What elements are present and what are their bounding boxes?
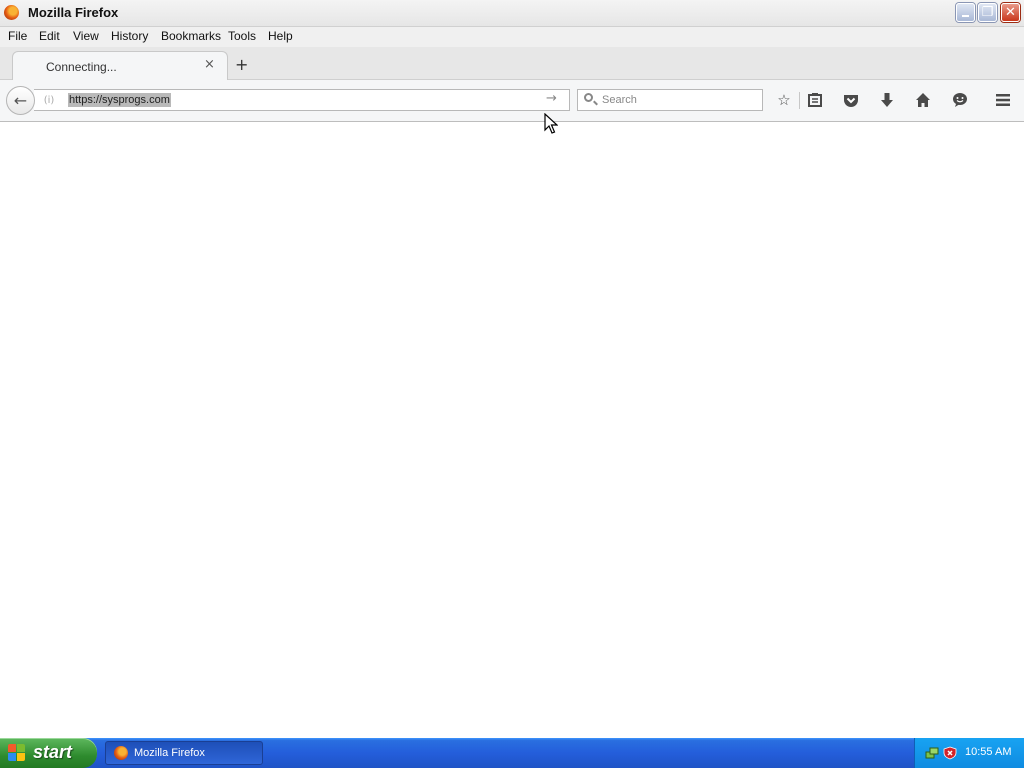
bookmark-star-icon[interactable]: ☆	[775, 91, 793, 109]
close-button[interactable]: ✕	[1001, 3, 1020, 22]
menu-view[interactable]: View	[73, 29, 99, 43]
pocket-icon[interactable]	[842, 91, 860, 109]
close-icon: ✕	[1005, 5, 1016, 20]
start-button[interactable]: start	[0, 738, 97, 768]
new-tab-button[interactable]: +	[235, 55, 248, 74]
menu-file[interactable]: File	[8, 29, 27, 43]
firefox-icon	[4, 5, 19, 20]
title-bar: Mozilla Firefox ❐ ✕	[0, 0, 1024, 27]
back-button[interactable]: ←	[6, 86, 35, 115]
download-icon[interactable]	[878, 91, 896, 109]
restore-icon: ❐	[981, 5, 994, 20]
page-content[interactable]	[0, 122, 1024, 738]
menu-bar: File Edit View History Bookmarks Tools H…	[0, 27, 1024, 47]
restore-button[interactable]: ❐	[978, 3, 997, 22]
system-tray: 10:55 AM	[914, 738, 1024, 768]
minimize-button[interactable]	[956, 3, 975, 22]
search-placeholder: Search	[602, 94, 637, 106]
mouse-cursor-icon	[544, 113, 558, 134]
tab-label: Connecting...	[46, 60, 117, 74]
chat-icon[interactable]	[951, 91, 969, 109]
menu-history[interactable]: History	[111, 29, 148, 43]
network-icon[interactable]	[925, 746, 939, 760]
url-bar[interactable]: (i) https://sysprogs.com →	[34, 89, 570, 111]
menu-help[interactable]: Help	[268, 29, 293, 43]
toolbar-divider	[799, 92, 800, 109]
firefox-icon	[114, 746, 128, 760]
reading-list-icon[interactable]	[806, 91, 824, 109]
menu-bookmarks[interactable]: Bookmarks	[161, 29, 221, 43]
search-icon	[584, 93, 593, 102]
minimize-icon	[957, 4, 974, 21]
go-arrow-icon[interactable]: →	[546, 91, 557, 106]
menu-icon[interactable]	[994, 91, 1012, 109]
menu-tools[interactable]: Tools	[228, 29, 256, 43]
start-label: start	[33, 742, 73, 762]
taskbar-item-label: Mozilla Firefox	[134, 747, 205, 759]
clock: 10:55 AM	[965, 746, 1012, 758]
window-title: Mozilla Firefox	[28, 5, 119, 20]
url-text[interactable]: https://sysprogs.com	[68, 93, 171, 107]
navigation-toolbar: (i) https://sysprogs.com → ← Search ☆	[0, 80, 1024, 122]
taskbar-item-firefox[interactable]: Mozilla Firefox	[105, 741, 263, 765]
tab-strip: Connecting... × +	[0, 47, 1024, 80]
search-input[interactable]: Search	[577, 89, 763, 111]
menu-edit[interactable]: Edit	[39, 29, 60, 43]
taskbar: start Mozilla Firefox 10:55 AM	[0, 738, 1024, 768]
info-icon[interactable]: (i)	[42, 93, 56, 107]
security-shield-icon[interactable]	[943, 746, 957, 760]
home-icon[interactable]	[914, 91, 932, 109]
windows-logo-icon	[8, 744, 26, 762]
tab-close-icon[interactable]: ×	[204, 57, 215, 72]
tab-connecting[interactable]: Connecting... ×	[12, 51, 228, 80]
back-icon: ←	[13, 91, 28, 110]
